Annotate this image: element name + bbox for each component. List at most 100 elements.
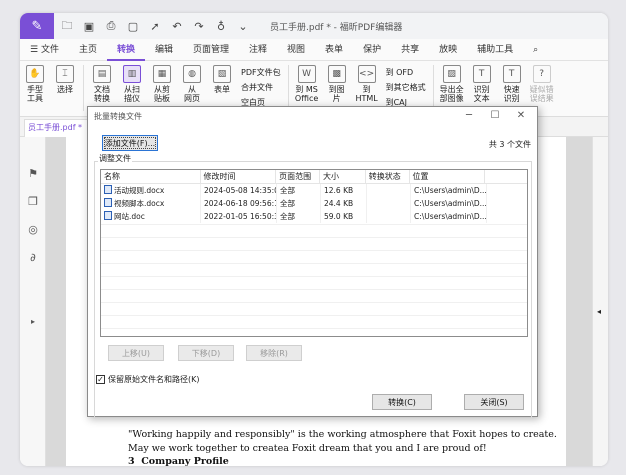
menu-slideshow[interactable]: 放映 <box>429 39 467 61</box>
menu-home[interactable]: 主页 <box>69 39 107 61</box>
keep-name-label: 保留原始文件名和路径(K) <box>108 375 200 384</box>
right-sidebar: ◂ <box>592 137 608 466</box>
attachment-icon[interactable]: ∂ <box>26 251 40 265</box>
search-icon[interactable]: ⌕ <box>523 39 548 61</box>
convert-group: 到 OFD 到其它格式 到CAJ <box>386 65 426 110</box>
remove-button[interactable]: 移除(R) <box>246 345 302 361</box>
table-row[interactable]: 视频脚本.docx 2024-06-18 09:56:10 全部 24.4 KB… <box>101 197 527 210</box>
open-folder-icon[interactable]: 🗀 <box>58 17 76 35</box>
doc-tab[interactable]: 员工手册.pdf * <box>24 119 88 137</box>
add-file-button[interactable]: 添加文件(F)... <box>102 135 158 151</box>
cell-size: 59.0 KB <box>321 210 367 223</box>
col-status[interactable]: 转换状态 <box>366 170 410 183</box>
grid-line <box>101 276 527 277</box>
maximize-icon[interactable]: ☐ <box>487 109 503 123</box>
stamp-icon[interactable]: ♁ <box>212 17 230 35</box>
table-row[interactable]: 活动规则.docx 2024-05-08 14:35:06 全部 12.6 KB… <box>101 184 527 197</box>
hand-icon: ✋ <box>26 65 44 83</box>
menu-convert[interactable]: 转换 <box>106 39 145 61</box>
cell-size: 24.4 KB <box>321 197 367 210</box>
grid-line <box>101 302 527 303</box>
menu-comment[interactable]: 注释 <box>239 39 277 61</box>
pdf-package-button[interactable]: PDF文件包 <box>241 65 281 80</box>
grid-line <box>101 328 527 329</box>
undo-icon[interactable]: ↶ <box>168 17 186 35</box>
from-clipboard-button[interactable]: ▦ 从剪 贴板 <box>149 65 175 103</box>
bookmark-icon[interactable]: ⚑ <box>26 167 40 181</box>
separator <box>432 65 434 111</box>
clipboard-icon: ▦ <box>153 65 171 83</box>
export-images-button[interactable]: ▨ 导出全 部图像 <box>439 65 465 103</box>
minimize-icon[interactable]: ─ <box>461 109 477 123</box>
convert-button[interactable]: 转换(C) <box>372 394 432 410</box>
to-ofd-button[interactable]: 到 OFD <box>386 65 426 80</box>
dropdown-icon[interactable]: ⌄ <box>234 17 252 35</box>
export-image-icon: ▨ <box>442 65 461 83</box>
to-other-button[interactable]: 到其它格式 <box>386 80 426 95</box>
menu-edit[interactable]: 编辑 <box>145 39 183 61</box>
create-group: PDF文件包 合并文件 空白页 <box>241 65 281 110</box>
close-button[interactable]: 关闭(S) <box>464 394 524 410</box>
comment-icon[interactable]: ◎ <box>26 223 40 237</box>
doc-convert-button[interactable]: ▤ 文档 转换 <box>89 65 115 103</box>
grid-line <box>101 263 527 264</box>
document-icon: ▤ <box>93 65 111 83</box>
file-table[interactable]: 名称 修改时间 页面范围 大小 转换状态 位置 活动规则.docx 2024-0… <box>100 169 528 337</box>
cell-status <box>367 197 411 210</box>
doc-heading: 3 Company Profile <box>128 456 229 466</box>
menu-accessibility[interactable]: 辅助工具 <box>467 39 523 61</box>
col-name[interactable]: 名称 <box>101 170 201 183</box>
cell-status <box>367 184 411 197</box>
form-button[interactable]: ▧ 表单 <box>209 65 235 94</box>
menu-view[interactable]: 视图 <box>277 39 315 61</box>
menu-bar: ☰ 文件 主页 转换 编辑 页面管理 注释 视图 表单 保护 共享 放映 辅助工… <box>20 39 608 61</box>
ocr-button[interactable]: T 识别 文本 <box>469 65 495 103</box>
to-office-button[interactable]: W到 MS Office <box>294 65 320 103</box>
suspect-results-button[interactable]: ? 疑似错 误结果 <box>529 65 555 103</box>
move-down-button[interactable]: 下移(D) <box>178 345 234 361</box>
cursor-icon[interactable]: ➚ <box>146 17 164 35</box>
cell-range: 全部 <box>277 197 321 210</box>
redo-icon[interactable]: ↷ <box>190 17 208 35</box>
form-icon: ▧ <box>213 65 231 83</box>
menu-protect[interactable]: 保护 <box>353 39 391 61</box>
col-time[interactable]: 修改时间 <box>201 170 277 183</box>
print-icon[interactable]: ⎙ <box>102 17 120 35</box>
from-web-button[interactable]: ◍ 从 网页 <box>179 65 205 103</box>
cell-location: C:\Users\admin\D... <box>411 197 487 210</box>
from-scanner-button[interactable]: ▥ 从扫 描仪 <box>119 65 145 103</box>
save-icon[interactable]: ▣ <box>80 17 98 35</box>
to-image-button[interactable]: ▩ 到图 片 <box>324 65 350 103</box>
keep-name-checkbox[interactable]: ✓ <box>96 375 105 384</box>
app-logo-icon: ✎ <box>20 13 54 39</box>
hand-tool-button[interactable]: ✋ 手型 工具 <box>22 65 48 103</box>
collapse-arrow-icon[interactable]: ◂ <box>597 307 601 316</box>
close-icon[interactable]: ✕ <box>513 109 529 123</box>
menu-page-manage[interactable]: 页面管理 <box>183 39 239 61</box>
menu-share[interactable]: 共享 <box>391 39 429 61</box>
col-filler <box>485 170 527 183</box>
col-location[interactable]: 位置 <box>410 170 486 183</box>
merge-files-button[interactable]: 合并文件 <box>241 80 281 95</box>
quick-ocr-button[interactable]: T 快速 识别 <box>499 65 525 103</box>
grid-line <box>101 250 527 251</box>
quick-ocr-icon: T <box>502 65 521 83</box>
cell-time: 2022-01-05 16:50:33 <box>201 210 277 223</box>
file-count: 共 3 个文件 <box>488 140 531 149</box>
grid-line <box>101 237 527 238</box>
select-cursor-icon: ⌶ <box>56 65 74 83</box>
cell-name: 网站.doc <box>101 210 201 223</box>
col-size[interactable]: 大小 <box>320 170 366 183</box>
to-html-button[interactable]: <> 到 HTML <box>354 65 380 103</box>
move-up-button[interactable]: 上移(U) <box>108 345 164 361</box>
col-range[interactable]: 页面范围 <box>276 170 320 183</box>
word-doc-icon <box>104 185 112 194</box>
table-row[interactable]: 网站.doc 2022-01-05 16:50:33 全部 59.0 KB C:… <box>101 210 527 223</box>
menu-form[interactable]: 表单 <box>315 39 353 61</box>
menu-file[interactable]: ☰ 文件 <box>20 39 69 61</box>
word-doc-icon <box>104 211 112 220</box>
new-icon[interactable]: ▢ <box>124 17 142 35</box>
pages-icon[interactable]: ❐ <box>26 195 40 209</box>
select-tool-button[interactable]: ⌶ 选择 <box>52 65 78 94</box>
expand-arrow-icon[interactable]: ▸ <box>26 317 40 331</box>
